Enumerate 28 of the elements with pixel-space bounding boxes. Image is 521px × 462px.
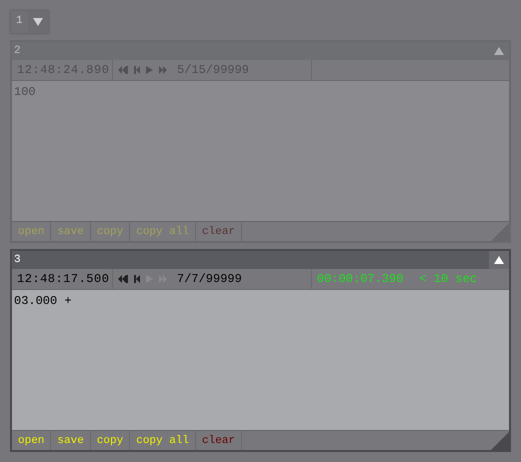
timer-limit: < 10 sec <box>419 272 478 286</box>
log-content: 100 <box>12 81 509 221</box>
action-button[interactable]: save <box>51 431 91 450</box>
step-back-icon[interactable] <box>134 275 140 283</box>
action-button[interactable]: copy all <box>130 431 196 450</box>
up-triangle-icon <box>494 47 504 55</box>
date-label: 7/7/99999 <box>177 272 242 286</box>
action-button[interactable]: copy <box>90 431 130 450</box>
step-back-icon[interactable] <box>134 66 140 74</box>
timestamp: 12:48:17.500 <box>12 269 113 289</box>
log-content: 03.000 + <box>12 290 509 430</box>
fast-forward-icon[interactable] <box>159 66 167 74</box>
rewind-to-start-icon[interactable] <box>118 275 128 283</box>
selector-value: 1 <box>15 14 24 29</box>
clear-button[interactable]: clear <box>196 222 242 241</box>
collapse-button[interactable] <box>489 251 509 269</box>
panel-title: 3 <box>14 254 21 266</box>
play-icon[interactable] <box>146 66 153 74</box>
up-triangle-icon <box>494 256 504 264</box>
dropdown-caret-icon <box>32 18 43 26</box>
elapsed-timer: 00:00:07.390 <box>317 272 404 286</box>
resize-grip-icon[interactable] <box>491 432 509 450</box>
clear-button[interactable]: clear <box>196 431 242 450</box>
rewind-to-start-icon[interactable] <box>118 66 128 74</box>
panel-selector-dropdown[interactable]: 1 <box>10 10 49 34</box>
resize-grip-icon[interactable] <box>491 223 509 241</box>
panel-title: 2 <box>14 45 21 57</box>
action-button[interactable]: open <box>12 431 52 450</box>
